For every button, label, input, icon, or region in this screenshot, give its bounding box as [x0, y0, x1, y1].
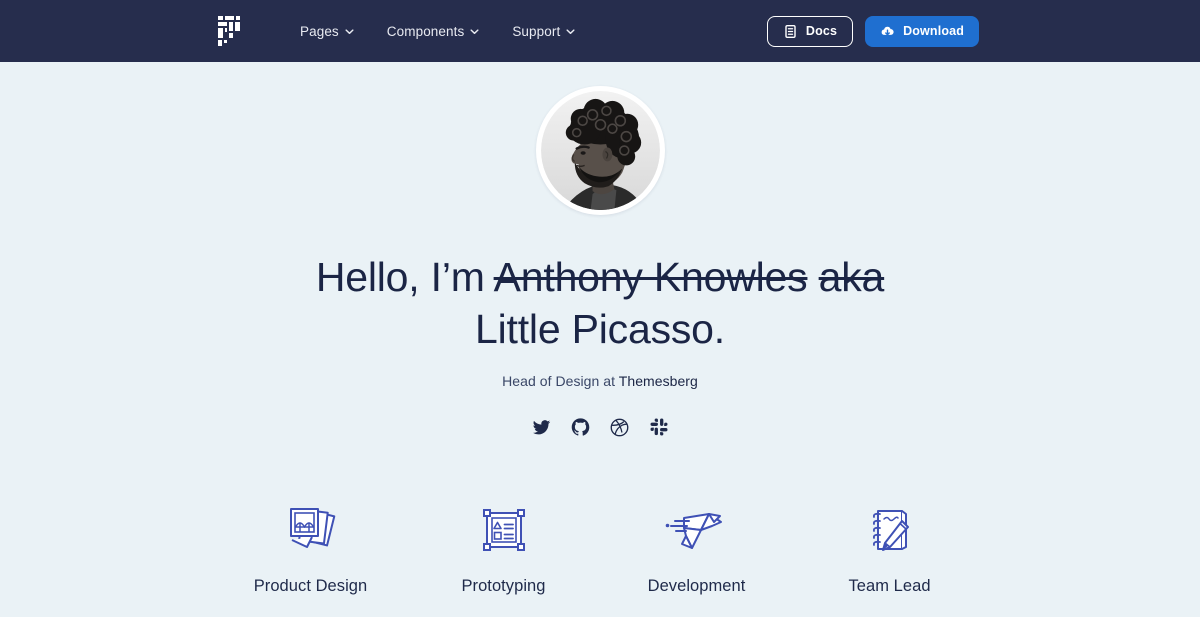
wireframe-artboard-icon — [407, 500, 600, 560]
cloud-download-icon — [881, 26, 894, 35]
download-button-label: Download — [903, 24, 964, 38]
download-button[interactable]: Download — [865, 15, 979, 47]
chevron-down-icon — [470, 28, 479, 34]
avatar — [535, 86, 665, 215]
page-title: Hello, I’m Anthony Knowles aka Little Pi… — [290, 251, 910, 355]
book-icon — [785, 24, 796, 38]
hero-subtitle-prefix: Head of Design at — [502, 373, 619, 389]
feature-team-lead[interactable]: Team Lead — [793, 500, 986, 596]
hero-nickname: Little Picasso. — [475, 306, 725, 352]
github-icon[interactable] — [570, 416, 592, 438]
nav-item-pages-label: Pages — [300, 23, 339, 39]
themesberg-link[interactable]: Themesberg — [619, 373, 698, 389]
navbar-actions: Docs Download — [766, 15, 979, 47]
avatar-image — [540, 91, 660, 210]
feature-prototyping[interactable]: Prototyping — [407, 500, 600, 596]
photos-stack-icon — [214, 500, 407, 560]
feature-development[interactable]: Development — [600, 500, 793, 596]
notepad-pencil-icon — [793, 500, 986, 560]
hero-section: Hello, I’m Anthony Knowles aka Little Pi… — [0, 62, 1200, 596]
origami-bird-icon — [600, 500, 793, 560]
feature-product-design[interactable]: Product Design — [214, 500, 407, 596]
docs-button-label: Docs — [805, 24, 838, 38]
navbar-links: Pages Components Support — [300, 24, 575, 39]
navbar-left-group: Pages Components Support — [218, 16, 575, 46]
nav-item-support-label: Support — [512, 23, 561, 39]
main-navbar: Pages Components Support Docs Download — [0, 0, 1200, 62]
nav-item-components-label: Components — [386, 23, 465, 39]
feature-label: Product Design — [253, 577, 368, 595]
chevron-down-icon — [566, 28, 575, 34]
social-links — [0, 416, 1200, 438]
feature-list: Product Design Prototyping Development T… — [0, 500, 1200, 596]
twitter-icon[interactable] — [531, 416, 553, 438]
hero-subtitle: Head of Design at Themesberg — [0, 373, 1200, 389]
feature-label: Development — [647, 577, 746, 595]
docs-button[interactable]: Docs — [766, 15, 854, 47]
themesberg-pixel-logo[interactable] — [218, 16, 244, 46]
nav-item-support[interactable]: Support — [512, 24, 575, 39]
dribbble-icon[interactable] — [609, 416, 631, 438]
hero-struck-name: Anthony Knowles — [493, 254, 808, 300]
hero-struck-aka: aka — [818, 254, 885, 300]
hero-greeting: Hello, I’m — [315, 254, 494, 300]
nav-item-components[interactable]: Components — [387, 24, 480, 39]
slack-icon[interactable] — [648, 416, 670, 438]
feature-label: Team Lead — [848, 577, 931, 595]
feature-label: Prototyping — [461, 577, 546, 595]
nav-item-pages[interactable]: Pages — [300, 24, 354, 39]
chevron-down-icon — [345, 28, 354, 34]
